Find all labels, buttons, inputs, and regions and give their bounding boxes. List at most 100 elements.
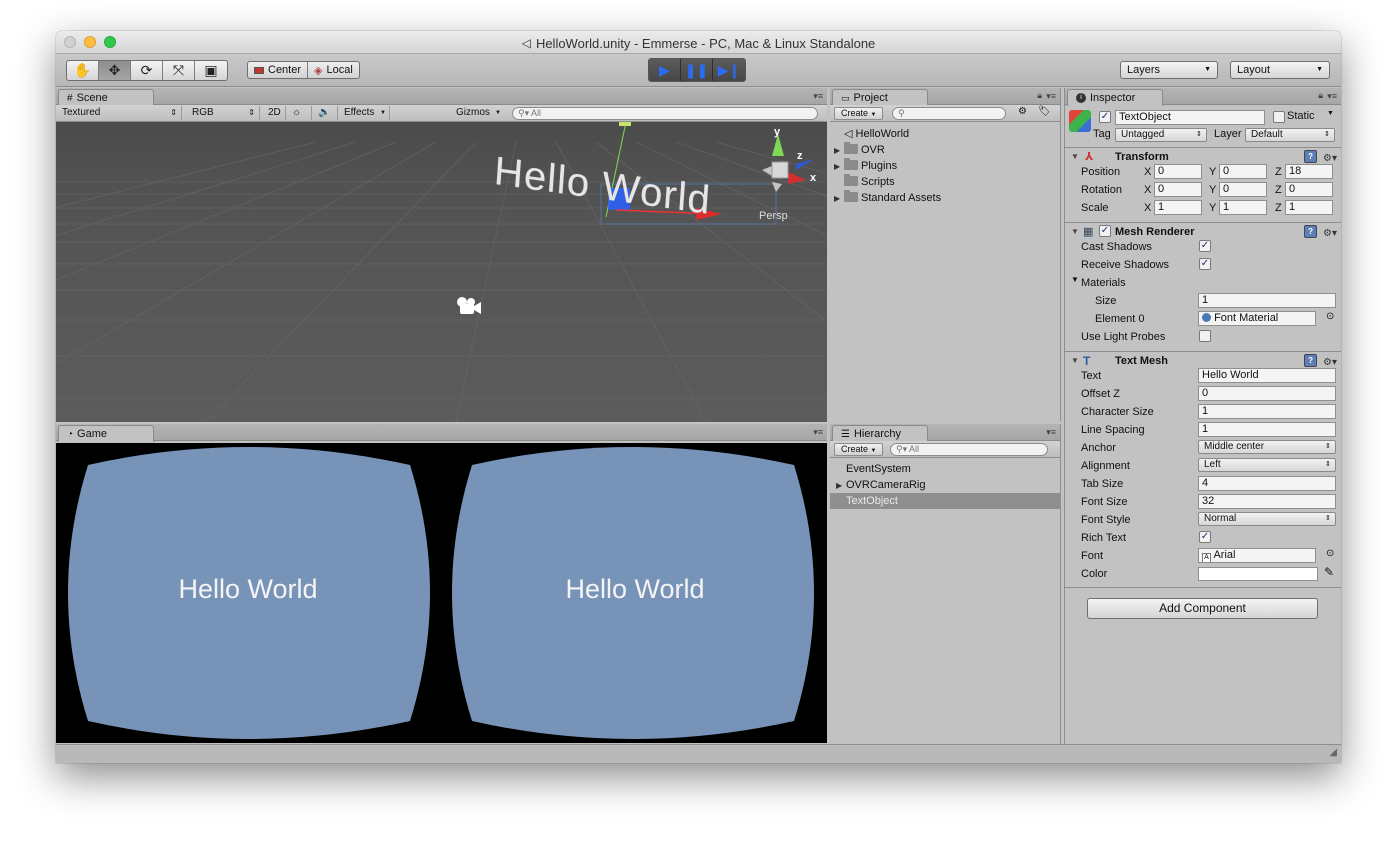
tab-size-field[interactable]: 4 bbox=[1198, 476, 1336, 491]
panel-menu-icon[interactable]: ▾≡ bbox=[1327, 91, 1337, 102]
filter-type-icon[interactable]: ⚙ bbox=[1018, 106, 1027, 117]
panel-menu-icon[interactable]: ▾≡ bbox=[1046, 91, 1056, 102]
lighting-toggle[interactable]: ☼ bbox=[288, 106, 312, 120]
pivot-center-button[interactable]: Center bbox=[248, 62, 309, 78]
step-button[interactable]: ▶❙ bbox=[713, 59, 745, 81]
tab-scene[interactable]: # Scene bbox=[58, 89, 154, 106]
disclosure-triangle-icon[interactable]: ▶ bbox=[834, 143, 844, 159]
font-field[interactable]: A Arial bbox=[1198, 548, 1316, 563]
receive-shadows-checkbox[interactable]: ✓ bbox=[1199, 258, 1211, 270]
tab-hierarchy[interactable]: ☰ Hierarchy bbox=[832, 425, 928, 442]
close-window-button[interactable] bbox=[64, 36, 76, 48]
object-picker-icon[interactable]: ⊙ bbox=[1326, 548, 1334, 559]
character-size-field[interactable]: 1 bbox=[1198, 404, 1336, 419]
static-checkbox[interactable] bbox=[1273, 111, 1285, 123]
disclosure-triangle-icon[interactable]: ▶ bbox=[834, 159, 844, 175]
project-create-button[interactable]: Create ▼ bbox=[834, 107, 884, 120]
cast-shadows-checkbox[interactable]: ✓ bbox=[1199, 240, 1211, 252]
transform-header[interactable]: ▼ ⅄ Transform ? ⚙▾ bbox=[1065, 147, 1341, 165]
object-name-field[interactable]: TextObject bbox=[1115, 110, 1265, 125]
shading-mode-dropdown[interactable]: Textured ⇕ bbox=[58, 106, 182, 120]
materials-foldout-icon[interactable]: ▼ bbox=[1071, 275, 1079, 284]
tab-project[interactable]: ▭ Project bbox=[832, 89, 928, 106]
help-icon[interactable]: ? bbox=[1304, 354, 1318, 367]
text-mesh-header[interactable]: ▼ T Text Mesh ? ⚙▾ bbox=[1065, 351, 1341, 369]
active-checkbox[interactable]: ✓ bbox=[1099, 111, 1111, 123]
effects-dropdown[interactable]: Effects ▼ bbox=[340, 106, 390, 120]
projection-label[interactable]: Persp bbox=[759, 210, 788, 222]
text-field[interactable]: Hello World bbox=[1198, 368, 1336, 383]
disclosure-triangle-icon[interactable]: ▶ bbox=[834, 191, 844, 207]
project-search-input[interactable]: ⚲ bbox=[892, 107, 1006, 120]
tab-game[interactable]: ◔ Game bbox=[58, 425, 154, 442]
mesh-renderer-enabled-checkbox[interactable]: ✓ bbox=[1099, 225, 1111, 237]
hierarchy-search-input[interactable]: ⚲▾ All bbox=[890, 443, 1048, 456]
scene-search-input[interactable]: ⚲▾ All bbox=[512, 107, 818, 120]
project-item-plugins[interactable]: ▶ Plugins bbox=[834, 158, 897, 174]
position-y-field[interactable]: 0 bbox=[1219, 164, 1267, 179]
panel-menu-icon[interactable]: ▾≡ bbox=[813, 91, 823, 102]
element0-field[interactable]: Font Material bbox=[1198, 311, 1316, 326]
position-x-field[interactable]: 0 bbox=[1154, 164, 1202, 179]
offset-z-field[interactable]: 0 bbox=[1198, 386, 1336, 401]
disclosure-triangle-icon[interactable]: ▶ bbox=[836, 478, 846, 494]
position-z-field[interactable]: 18 bbox=[1285, 164, 1333, 179]
rotation-z-field[interactable]: 0 bbox=[1285, 182, 1333, 197]
toggle-2d-button[interactable]: 2D bbox=[264, 106, 286, 120]
play-button[interactable]: ▶ bbox=[649, 59, 681, 81]
use-light-probes-checkbox[interactable] bbox=[1199, 330, 1211, 342]
project-item-scripts[interactable]: Scripts bbox=[834, 174, 895, 190]
scene-viewport[interactable]: Hello World y z x Persp bbox=[56, 122, 827, 422]
rect-tool-button[interactable]: ▣ bbox=[195, 61, 227, 80]
hand-tool-button[interactable]: ✋ bbox=[67, 61, 99, 80]
rotation-x-field[interactable]: 0 bbox=[1154, 182, 1202, 197]
game-viewport[interactable]: Hello World Hello World bbox=[56, 443, 827, 743]
font-size-field[interactable]: 32 bbox=[1198, 494, 1336, 509]
project-item-ovr[interactable]: ▶ OVR bbox=[834, 142, 885, 158]
pause-button[interactable]: ❚❚ bbox=[681, 59, 713, 81]
hierarchy-item-textobject[interactable]: TextObject bbox=[830, 493, 1061, 509]
hierarchy-item-eventsystem[interactable]: EventSystem bbox=[846, 461, 911, 477]
hierarchy-create-button[interactable]: Create ▼ bbox=[834, 443, 884, 456]
gizmos-dropdown[interactable]: Gizmos ▼ bbox=[452, 106, 504, 120]
scale-x-field[interactable]: 1 bbox=[1154, 200, 1202, 215]
help-icon[interactable]: ? bbox=[1304, 150, 1318, 163]
lock-icon[interactable]: 🔒︎ bbox=[1037, 90, 1042, 101]
foldout-triangle-icon[interactable]: ▼ bbox=[1071, 352, 1079, 370]
maximize-window-button[interactable] bbox=[104, 36, 116, 48]
scale-y-field[interactable]: 1 bbox=[1219, 200, 1267, 215]
audio-toggle[interactable]: 🔈 bbox=[314, 106, 338, 120]
layers-dropdown[interactable]: Layers ▼ bbox=[1120, 61, 1218, 79]
panel-menu-icon[interactable]: ▾≡ bbox=[813, 427, 823, 438]
scale-tool-button[interactable]: ⤧ bbox=[163, 61, 195, 80]
rotation-y-field[interactable]: 0 bbox=[1219, 182, 1267, 197]
rich-text-checkbox[interactable]: ✓ bbox=[1199, 531, 1211, 543]
mesh-renderer-header[interactable]: ▼ ▦ ✓ Mesh Renderer ? ⚙▾ bbox=[1065, 222, 1341, 240]
layer-dropdown[interactable]: Default ⇕ bbox=[1245, 128, 1335, 142]
resize-grip-icon[interactable]: ◢ bbox=[1329, 747, 1337, 758]
line-spacing-field[interactable]: 1 bbox=[1198, 422, 1336, 437]
layout-dropdown[interactable]: Layout ▼ bbox=[1230, 61, 1330, 79]
lock-icon[interactable]: 🔒︎ bbox=[1318, 90, 1323, 101]
pivot-local-button[interactable]: ◈ Local bbox=[308, 62, 359, 78]
eyedropper-icon[interactable]: ✎ bbox=[1324, 565, 1334, 579]
tab-inspector[interactable]: i Inspector bbox=[1067, 89, 1163, 106]
project-item-standard-assets[interactable]: ▶ Standard Assets bbox=[834, 190, 941, 206]
materials-size-field[interactable]: 1 bbox=[1198, 293, 1336, 308]
hierarchy-item-ovrcamerarig[interactable]: ▶ OVRCameraRig bbox=[836, 477, 925, 493]
static-dropdown-arrow-icon[interactable]: ▼ bbox=[1327, 110, 1334, 117]
rotate-tool-button[interactable]: ⟳ bbox=[131, 61, 163, 80]
color-swatch[interactable] bbox=[1198, 567, 1318, 581]
add-component-button[interactable]: Add Component bbox=[1087, 598, 1318, 619]
foldout-triangle-icon[interactable]: ▼ bbox=[1071, 148, 1079, 166]
foldout-triangle-icon[interactable]: ▼ bbox=[1071, 223, 1079, 241]
move-tool-button[interactable]: ✥ bbox=[99, 61, 131, 80]
anchor-dropdown[interactable]: Middle center ⇕ bbox=[1198, 440, 1336, 454]
alignment-dropdown[interactable]: Left ⇕ bbox=[1198, 458, 1336, 472]
font-style-dropdown[interactable]: Normal ⇕ bbox=[1198, 512, 1336, 526]
render-channel-dropdown[interactable]: RGB ⇕ bbox=[188, 106, 260, 120]
panel-menu-icon[interactable]: ▾≡ bbox=[1046, 427, 1056, 438]
filter-label-icon[interactable]: 🏷︎ bbox=[1038, 106, 1051, 117]
help-icon[interactable]: ? bbox=[1304, 225, 1318, 238]
scale-z-field[interactable]: 1 bbox=[1285, 200, 1333, 215]
